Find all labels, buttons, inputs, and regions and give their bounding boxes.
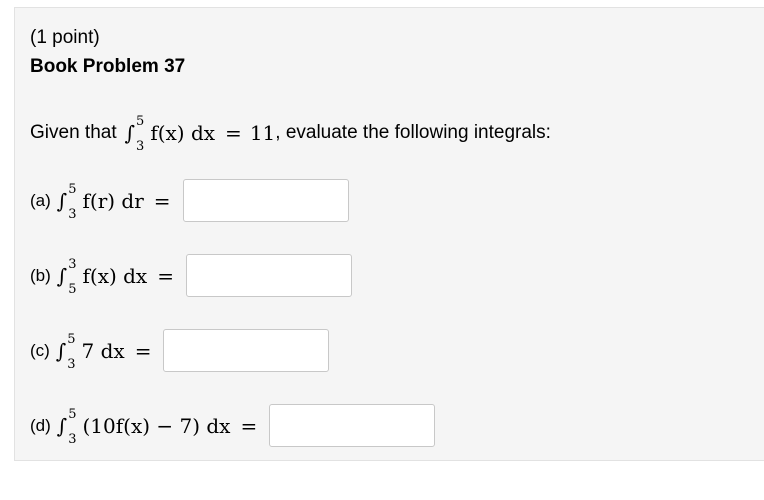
point-value: (1 point)	[30, 27, 100, 48]
intro-integrand: f(x) dx	[150, 121, 216, 145]
intro-prefix: Given that	[30, 122, 117, 143]
part-integral: ∫ 5 3	[55, 333, 76, 371]
integrand: f(x) dx	[82, 263, 148, 288]
part-label: (b)	[30, 265, 51, 285]
part-label: (c)	[30, 340, 50, 360]
problem-title: Book Problem 37	[30, 56, 186, 77]
upper-limit: 3	[68, 256, 77, 272]
answer-input-b[interactable]	[185, 254, 352, 297]
integral-sign: ∫	[56, 263, 68, 288]
equals-sign: =	[134, 338, 152, 363]
integral-sign: ∫	[56, 413, 68, 438]
integral-sign: ∫	[55, 338, 67, 363]
intro-value: 11	[249, 121, 276, 145]
upper-limit: 5	[68, 406, 77, 422]
answer-input-d[interactable]	[269, 404, 436, 447]
equals-sign: =	[240, 413, 258, 438]
part-d: (d) ∫ 5 3 (10f(x) − 7) dx =	[30, 404, 436, 447]
upper-limit: 5	[136, 114, 145, 129]
integrand: (10f(x) − 7) dx	[82, 413, 231, 438]
part-integral: ∫ 5 3	[56, 183, 77, 221]
part-integral: ∫ 3 5	[56, 258, 77, 296]
part-label: (a)	[30, 190, 51, 210]
part-c: (c) ∫ 5 3 7 dx =	[30, 329, 330, 372]
part-integral: ∫ 5 3	[56, 408, 77, 446]
lower-limit: 3	[68, 431, 77, 447]
lower-limit: 5	[68, 281, 77, 297]
problem-panel: (1 point) Book Problem 37 Given that ∫ 5…	[14, 7, 764, 461]
lower-limit: 3	[136, 139, 145, 154]
integrand: f(r) dr	[82, 188, 144, 213]
integral-sign: ∫	[56, 188, 68, 213]
part-a: (a) ∫ 5 3 f(r) dr =	[30, 179, 349, 222]
equals-sign: =	[153, 188, 171, 213]
lower-limit: 3	[67, 356, 76, 372]
intro-suffix: , evaluate the following integrals:	[275, 122, 551, 143]
lower-limit: 3	[68, 206, 77, 222]
equals-sign: =	[157, 263, 174, 288]
integral-sign: ∫	[124, 121, 136, 145]
part-label: (d)	[30, 415, 51, 435]
intro-integral: ∫ 5 3	[124, 115, 145, 153]
answer-input-a[interactable]	[182, 179, 349, 222]
problem-statement: Given that ∫ 5 3 f(x) dx = 11 , evaluate…	[30, 115, 551, 153]
upper-limit: 5	[67, 331, 76, 347]
intro-equals: =	[225, 121, 242, 145]
part-b: (b) ∫ 3 5 f(x) dx =	[30, 254, 352, 297]
integrand: 7 dx	[81, 338, 125, 363]
answer-input-c[interactable]	[163, 329, 330, 372]
upper-limit: 5	[68, 181, 77, 197]
